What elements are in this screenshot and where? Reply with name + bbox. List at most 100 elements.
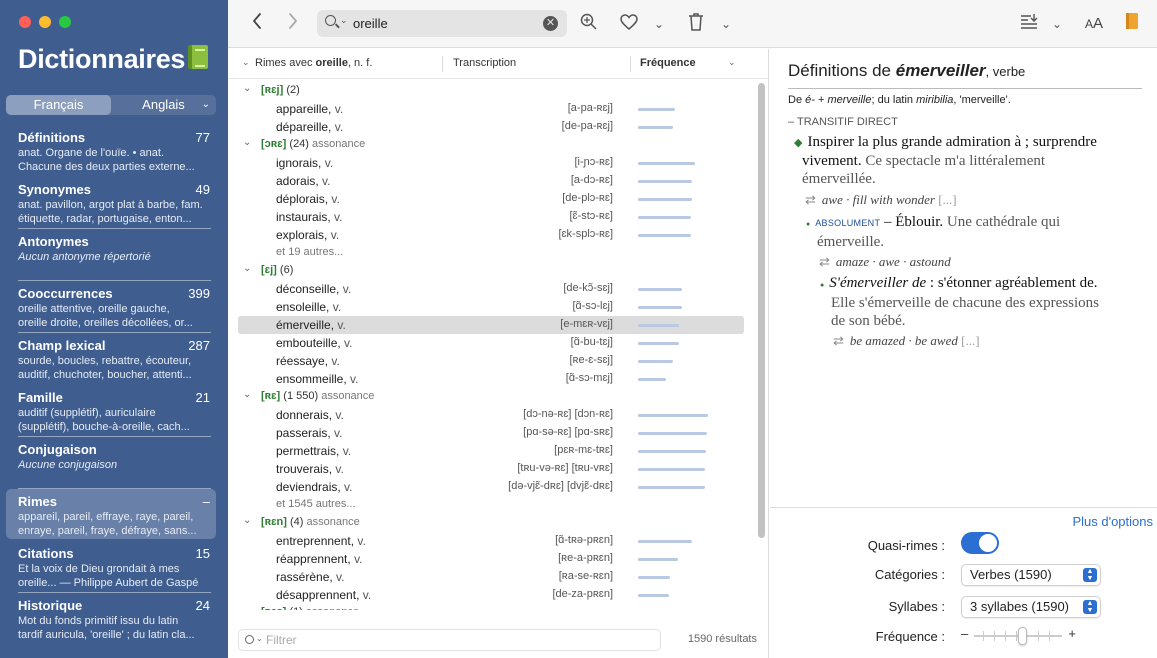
rhyme-row[interactable]: trouverais, v. [tʀu-və-ʀɛ] [tʀu-vʀɛ] [238, 460, 744, 478]
rhyme-word: embouteille, v. [276, 336, 353, 350]
disclosure-triangle-icon[interactable]: ⌄ [243, 263, 251, 274]
rhyme-group-header[interactable]: ⌄ [ʀɛj] (2) [238, 82, 744, 100]
disclosure-triangle-icon[interactable]: ⌄ [243, 137, 251, 148]
sidebar-item-champ-lexical[interactable]: Champ lexical 287 sourde, boucles, rebattr… [6, 333, 216, 383]
disclosure-triangle-icon[interactable]: ⌄ [243, 605, 251, 610]
transcription-column-title[interactable]: Transcription [453, 57, 516, 69]
rhyme-group-header[interactable]: ⌄ [ɔʀɛ] (24) assonance [238, 136, 744, 154]
zoom-window-button[interactable] [59, 16, 71, 28]
rhyme-group-header[interactable]: ⌄ [ʀɛs] (1) assonance [238, 604, 744, 610]
categories-select[interactable]: Verbes (1590) ▲ ▼ [961, 564, 1101, 586]
language-english[interactable]: Anglais ⌄ [111, 95, 216, 115]
sidebar-item-citations[interactable]: Citations 15 Et la voix de Dieu grondait à… [6, 541, 216, 591]
insert-button[interactable] [1018, 12, 1040, 36]
favorite-button[interactable] [618, 12, 640, 36]
insert-menu-button[interactable]: ⌄ [1050, 12, 1064, 36]
sidebar-item-title: Définitions [18, 130, 86, 145]
sidebar-item-conjugaison[interactable]: Conjugaison Aucune conjugaison [6, 437, 216, 487]
filter-input[interactable] [266, 632, 646, 648]
search-field[interactable]: ⌄ ✕ [317, 10, 567, 37]
more-options-link[interactable]: Plus d'options [1072, 514, 1153, 529]
favorite-menu-button[interactable]: ⌄ [652, 12, 666, 36]
rhyme-row[interactable]: dépareille, v. [de-pa-ʀɛj] [238, 118, 744, 136]
rhyme-row[interactable]: ensoleille, v. [ɑ̃-sɔ-lɛj] [238, 298, 744, 316]
clear-icon[interactable]: ✕ [543, 16, 558, 31]
sidebar-item-définitions[interactable]: Définitions 77 anat. Organe de l'ouïe. • a… [6, 125, 216, 175]
forward-button[interactable] [284, 12, 302, 36]
rhyme-row[interactable]: émerveille, v. [e-mɛʀ-vɛj] [238, 316, 744, 334]
slider-knob[interactable] [1018, 627, 1027, 645]
rhyme-transcription: [ɑ̃-bu-tɛj] [570, 336, 613, 348]
dot-bullet-icon: ● [806, 220, 811, 228]
back-button[interactable] [248, 12, 266, 36]
translation-3[interactable]: ⇄ be amazed · be awed [...] [833, 333, 980, 349]
sidebar-item-historique[interactable]: Historique 24 Mot du fonds primitif issu d… [6, 593, 216, 643]
disclosure-triangle-icon[interactable]: ⌄ [243, 83, 251, 94]
sidebar-item-summary: enraye, pareil, fraye, défraye, sans... [18, 525, 197, 537]
frequency-slider[interactable]: – + [961, 626, 1076, 646]
toolbar: ⌄ ✕ ⌄ ⌄ ⌄ AA [228, 0, 1157, 48]
rhyme-word: réapprennent, v. [276, 552, 363, 566]
rhyme-row[interactable]: permettrais, v. [pɛʀ-mɛ-tʀɛ] [238, 442, 744, 460]
rhyme-transcription: [i-ɲɔ-ʀɛ] [574, 156, 614, 168]
rhyme-row[interactable]: réessaye, v. [ʀe-ɛ-sɛj] [238, 352, 744, 370]
rhyme-row[interactable]: ensommeille, v. [ɑ̃-sɔ-mɛj] [238, 370, 744, 388]
sense-2: ● ABSOLUMENT – Éblouir. Une cathédrale qu… [806, 214, 1061, 250]
sidebar-item-count: – [202, 494, 210, 509]
rhyme-row[interactable]: adorais, v. [a-dɔ-ʀɛ] [238, 172, 744, 190]
sidebar-item-antonymes[interactable]: Antonymes Aucun antonyme répertorié [6, 229, 216, 279]
quasi-rhymes-toggle[interactable] [961, 532, 999, 554]
sidebar-item-count: 21 [195, 390, 210, 405]
dictionary-button[interactable] [1124, 12, 1140, 36]
rhyme-transcription: [a-pa-ʀɛj] [567, 102, 613, 114]
sidebar-item-synonymes[interactable]: Synonymes 49 anat. pavillon, argot plat à … [6, 177, 216, 227]
minimize-window-button[interactable] [39, 16, 51, 28]
rhyme-row[interactable]: embouteille, v. [ɑ̃-bu-tɛj] [238, 334, 744, 352]
frequency-bar [638, 378, 666, 381]
rhyme-row[interactable]: ignorais, v. [i-ɲɔ-ʀɛ] [238, 154, 744, 172]
delete-button[interactable] [686, 12, 706, 36]
rhyme-row[interactable]: rassérène, v. [ʀa-se-ʀɛn] [238, 568, 744, 586]
translation-1[interactable]: ⇄ awe · fill with wonder [...] [805, 192, 957, 208]
frequency-column-title[interactable]: Fréquence [640, 57, 696, 69]
rhyme-group-header[interactable]: ⌄ [ɛj] (6) [238, 262, 744, 280]
swap-icon: ⇄ [819, 254, 830, 269]
rhyme-row[interactable]: entreprennent, v. [ɑ̃-tʀə-pʀɛn] [238, 532, 744, 550]
language-selector[interactable]: Français Anglais ⌄ [6, 95, 216, 115]
rhyme-row[interactable]: donnerais, v. [dɔ-nə-ʀɛ] [dɔn-ʀɛ] [238, 406, 744, 424]
sidebar-item-count: 15 [195, 546, 210, 561]
rhyme-row[interactable]: passerais, v. [pɑ-sə-ʀɛ] [pɑ-sʀɛ] [238, 424, 744, 442]
translation-2[interactable]: ⇄ amaze · awe · astound [819, 254, 951, 270]
sidebar-item-famille[interactable]: Famille 21 auditif (supplétif), auriculair… [6, 385, 216, 435]
search-input[interactable] [353, 14, 533, 33]
rhyme-row[interactable]: déplorais, v. [de-plɔ-ʀɛ] [238, 190, 744, 208]
chevron-down-icon[interactable]: ⌄ [242, 57, 250, 68]
rhyme-row[interactable]: appareille, v. [a-pa-ʀɛj] [238, 100, 744, 118]
rhymes-column-title[interactable]: Rimes avec oreille, n. f. [255, 57, 372, 69]
more-rhymes-link[interactable]: et 1545 autres... [276, 498, 356, 510]
rhyme-group-header[interactable]: ⌄ [ʀɛn] (4) assonance [238, 514, 744, 532]
rhyme-row[interactable]: explorais, v. [ɛk-splɔ-ʀɛ] [238, 226, 744, 244]
chevron-down-icon[interactable]: ⌄ [728, 57, 736, 68]
rhyme-row[interactable]: réapprennent, v. [ʀe-a-pʀɛn] [238, 550, 744, 568]
delete-menu-button[interactable]: ⌄ [719, 12, 733, 36]
text-size-button[interactable]: AA [1081, 12, 1107, 36]
scroll-thumb[interactable] [758, 83, 765, 538]
disclosure-triangle-icon[interactable]: ⌄ [243, 389, 251, 400]
sidebar-item-rimes[interactable]: Rimes – appareil, pareil, effraye, raye, p… [6, 489, 216, 539]
add-search-button[interactable] [578, 12, 600, 36]
rhyme-group-header[interactable]: ⌄ [ʀɛ] (1 550) assonance [238, 388, 744, 406]
diamond-bullet-icon: ◆ [794, 137, 803, 149]
rhyme-row[interactable]: instaurais, v. [ɛ̃-stɔ-ʀɛ] [238, 208, 744, 226]
sidebar-item-cooccurrences[interactable]: Cooccurrences 399 oreille attentive, oreil… [6, 281, 216, 331]
close-window-button[interactable] [19, 16, 31, 28]
filter-field[interactable]: ⌄ [238, 629, 661, 651]
scrollbar[interactable] [758, 81, 765, 609]
rhyme-row[interactable]: deviendrais, v. [də-vjɛ̃-dʀɛ] [dvjɛ̃-dʀɛ] [238, 478, 744, 496]
language-french[interactable]: Français [6, 95, 111, 115]
more-rhymes-link[interactable]: et 19 autres... [276, 246, 343, 258]
rhyme-row[interactable]: déconseille, v. [de-kɔ̃-sɛj] [238, 280, 744, 298]
rhyme-row[interactable]: désapprennent, v. [de-za-pʀɛn] [238, 586, 744, 604]
syllables-select[interactable]: 3 syllabes (1590) ▲ ▼ [961, 596, 1101, 618]
disclosure-triangle-icon[interactable]: ⌄ [243, 515, 251, 526]
